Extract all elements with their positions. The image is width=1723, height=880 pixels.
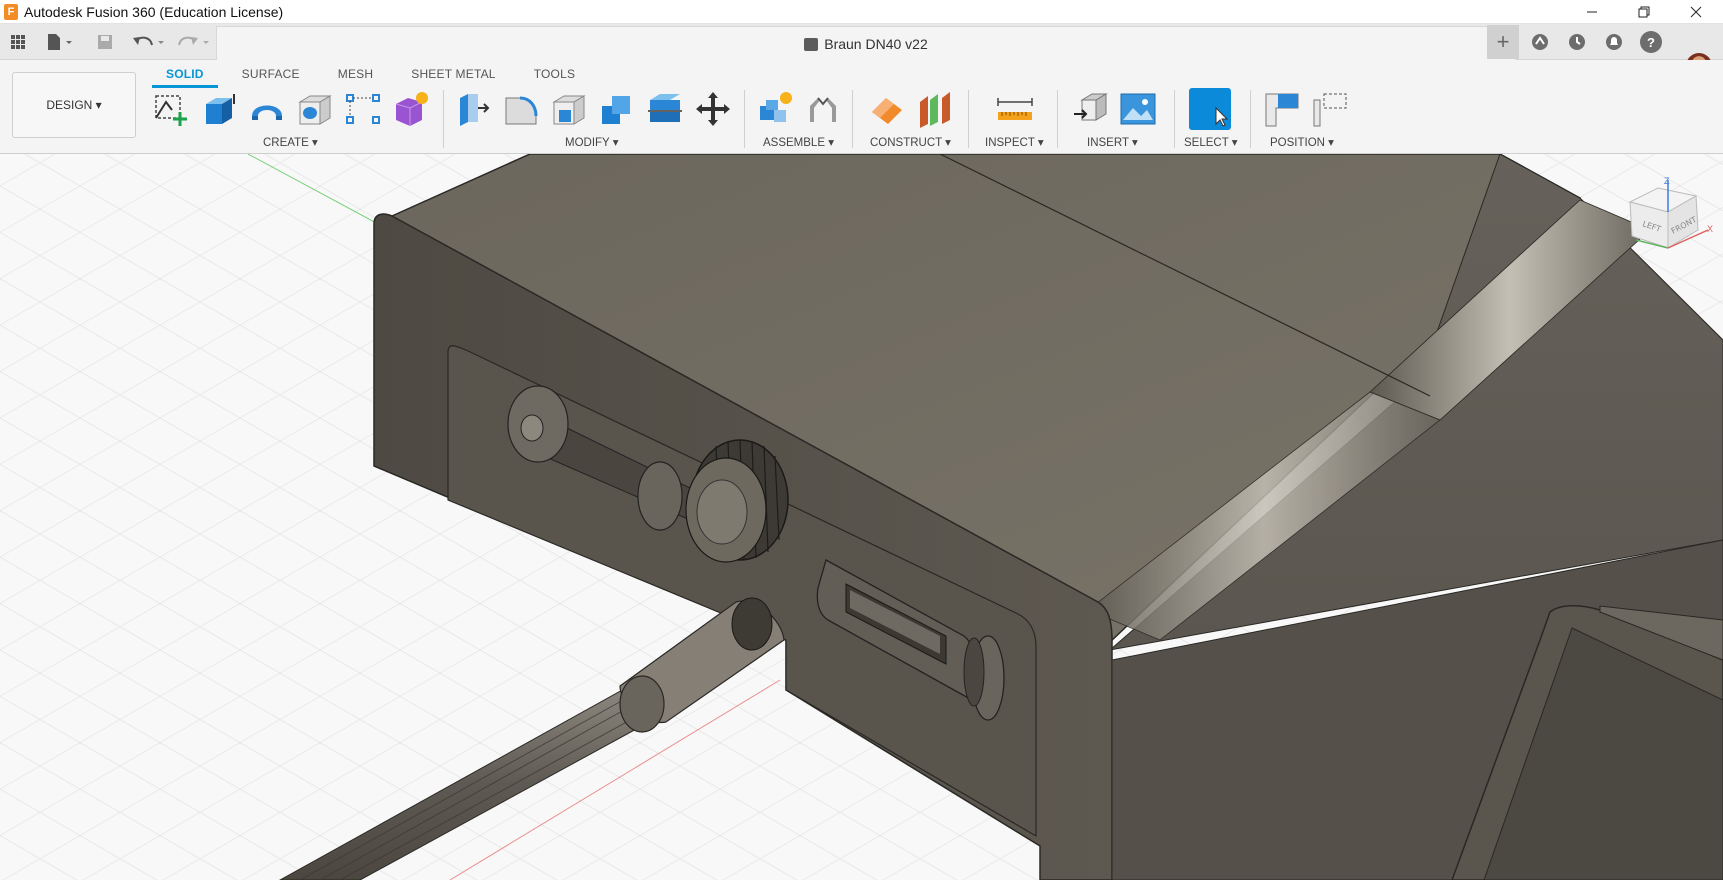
job-status-icon[interactable] bbox=[1564, 29, 1590, 55]
extensions-icon[interactable] bbox=[1527, 29, 1553, 55]
measure-icon[interactable] bbox=[996, 90, 1034, 128]
create-group-label[interactable]: CREATE ▾ bbox=[263, 135, 318, 149]
tab-solid[interactable]: SOLID bbox=[152, 66, 218, 88]
minimize-icon[interactable] bbox=[1569, 0, 1615, 24]
joint-icon[interactable] bbox=[804, 90, 842, 128]
new-component-icon[interactable] bbox=[756, 90, 794, 128]
fusion-logo-icon: F bbox=[4, 4, 18, 20]
insert-canvas-icon[interactable] bbox=[1119, 90, 1157, 128]
press-pull-icon[interactable] bbox=[454, 90, 492, 128]
viewcube-navigation[interactable]: LEFT FRONT Z X bbox=[1620, 174, 1716, 264]
insert-group-label[interactable]: INSERT ▾ bbox=[1087, 135, 1138, 149]
window-title: Autodesk Fusion 360 (Education License) bbox=[24, 4, 284, 20]
close-icon[interactable] bbox=[1673, 0, 1719, 24]
midplane-icon[interactable] bbox=[916, 90, 954, 128]
create-form-icon[interactable] bbox=[392, 90, 430, 128]
save-icon[interactable] bbox=[93, 30, 117, 54]
hole-icon[interactable] bbox=[296, 90, 334, 128]
notifications-bell-icon[interactable] bbox=[1601, 29, 1627, 55]
construct-group-label[interactable]: CONSTRUCT ▾ bbox=[870, 135, 951, 149]
combine-icon[interactable] bbox=[598, 90, 636, 128]
viewcube-z-axis-label: Z bbox=[1664, 176, 1670, 186]
ribbon-tabs: SOLID SURFACE MESH SHEET METAL TOOLS bbox=[152, 66, 589, 88]
tab-tools[interactable]: TOOLS bbox=[520, 66, 589, 88]
pattern-icon[interactable] bbox=[344, 90, 382, 128]
component-icon bbox=[804, 38, 819, 51]
3d-canvas-viewport[interactable] bbox=[0, 154, 1723, 880]
offset-plane-icon[interactable] bbox=[868, 90, 906, 128]
toolbar-separator bbox=[1174, 90, 1175, 148]
data-panel-grid-icon[interactable] bbox=[6, 30, 30, 54]
insert-derive-icon[interactable] bbox=[1072, 90, 1110, 128]
tab-mesh[interactable]: MESH bbox=[324, 66, 387, 88]
redo-icon[interactable] bbox=[175, 30, 213, 54]
revolve-icon[interactable] bbox=[248, 90, 286, 128]
shell-icon[interactable] bbox=[550, 90, 588, 128]
document-tab[interactable]: Braun DN40 v22 ✕ bbox=[216, 26, 1516, 60]
move-copy-icon[interactable] bbox=[694, 90, 732, 128]
document-title: Braun DN40 v22 bbox=[824, 36, 928, 52]
fillet-icon[interactable] bbox=[502, 90, 540, 128]
split-body-icon[interactable] bbox=[646, 90, 684, 128]
extrude-icon[interactable] bbox=[200, 90, 238, 128]
create-sketch-icon[interactable] bbox=[152, 90, 190, 128]
restore-icon[interactable] bbox=[1621, 0, 1667, 24]
modify-group-label[interactable]: MODIFY ▾ bbox=[565, 135, 618, 149]
assemble-group-label[interactable]: ASSEMBLE ▾ bbox=[763, 135, 834, 149]
new-tab-button[interactable]: + bbox=[1487, 25, 1519, 59]
application-bar: Braun DN40 v22 ✕ + ? bbox=[0, 24, 1723, 79]
tab-surface[interactable]: SURFACE bbox=[228, 66, 314, 88]
select-icon[interactable] bbox=[1189, 88, 1231, 130]
viewcube-x-axis-label: X bbox=[1707, 224, 1713, 234]
toolbar-separator bbox=[744, 90, 745, 148]
toolbar-separator bbox=[1250, 90, 1251, 148]
capture-position-icon[interactable] bbox=[1262, 90, 1300, 128]
revert-position-icon[interactable] bbox=[1310, 90, 1348, 128]
window-titlebar: F Autodesk Fusion 360 (Education License… bbox=[0, 0, 1723, 24]
ribbon-toolbar: DESIGN ▾ SOLID SURFACE MESH SHEET METAL … bbox=[0, 60, 1723, 154]
toolbar-separator bbox=[968, 90, 969, 148]
tab-sheet-metal[interactable]: SHEET METAL bbox=[397, 66, 509, 88]
model-render bbox=[0, 154, 1723, 880]
inspect-group-label[interactable]: INSPECT ▾ bbox=[985, 135, 1044, 149]
help-icon[interactable]: ? bbox=[1640, 31, 1662, 53]
toolbar-separator bbox=[1057, 90, 1058, 148]
workspace-switcher-button[interactable]: DESIGN ▾ bbox=[12, 72, 136, 138]
undo-icon[interactable] bbox=[130, 30, 168, 54]
file-menu-icon[interactable] bbox=[42, 30, 78, 54]
select-group-label[interactable]: SELECT ▾ bbox=[1184, 135, 1238, 149]
position-group-label[interactable]: POSITION ▾ bbox=[1270, 135, 1334, 149]
toolbar-separator bbox=[852, 90, 853, 148]
toolbar-separator bbox=[443, 90, 444, 148]
